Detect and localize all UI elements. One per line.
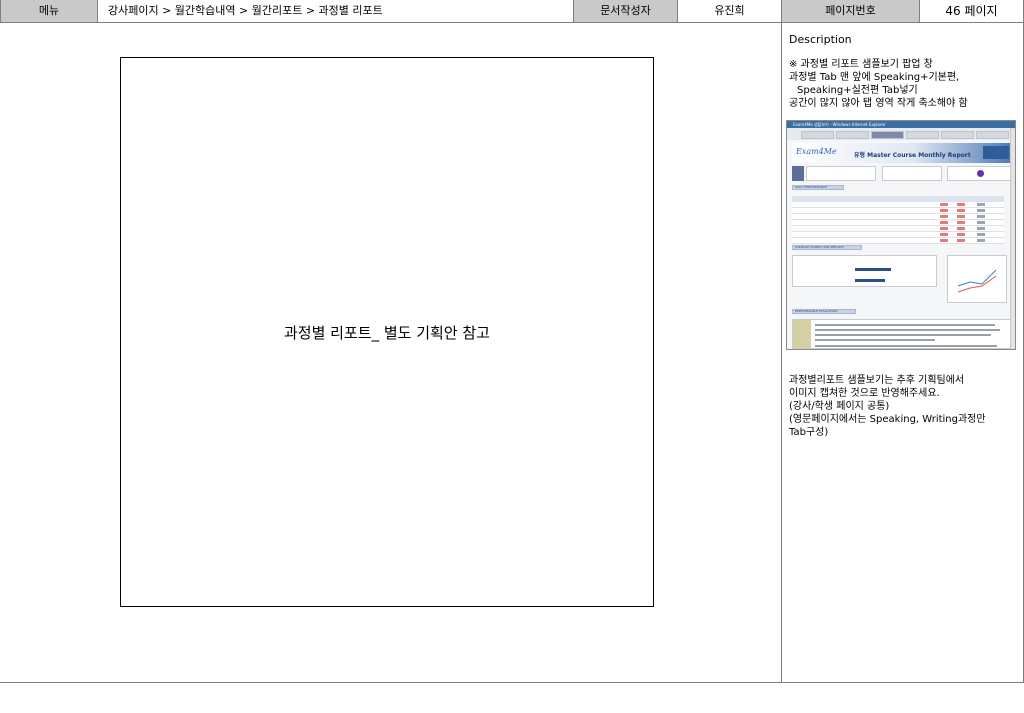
thumbnail-section-perf: PERFORMANCE EVALUATION — [792, 309, 856, 314]
thumbnail-tab — [941, 131, 974, 139]
description-notes-bottom: 과정별리포트 샘플보기는 추후 기획팀에서 이미지 캡쳐한 것으로 반영해주세요… — [789, 374, 1021, 439]
main-content-placeholder: 과정별 리포트_ 별도 기획안 참고 — [120, 57, 654, 607]
thumbnail-info-block — [882, 166, 942, 181]
thumbnail-tabs — [787, 128, 1015, 140]
note-line: (강사/학생 페이지 공통) — [789, 401, 890, 412]
thumbnail-tab — [836, 131, 869, 139]
thumbnail-report-title: 유형 Master Course Monthly Report — [854, 152, 971, 159]
note-line: 이미지 캡쳐한 것으로 반영해주세요. — [789, 388, 940, 399]
thumbnail-tab — [976, 131, 1009, 139]
breadcrumb: 강사페이지 > 월간학습내역 > 월간리포트 > 과정별 리포트 — [98, 0, 574, 22]
author-name: 유진희 — [678, 0, 782, 22]
report-sample-thumbnail: Exam4Me 샘플보기 - Windows Internet Explorer… — [786, 120, 1016, 350]
thumbnail-pie-icon — [977, 170, 984, 177]
description-panel: Description ※ 과정별 리포트 샘플보기 팝업 창 과정별 Tab … — [781, 23, 1024, 683]
note-line: ※ 과정별 리포트 샘플보기 팝업 창 — [789, 59, 933, 70]
note-line: 과정별 Tab 맨 앞에 Speaking+기본편, — [789, 72, 960, 83]
thumbnail-perf-box — [792, 319, 1012, 349]
note-line: 과정별리포트 샘플보기는 추후 기획팀에서 — [789, 375, 965, 386]
thumbnail-banner: Exam4Me 유형 Master Course Monthly Report — [792, 143, 1012, 163]
thumbnail-line-chart — [947, 255, 1007, 303]
note-line: 공간이 많지 않아 탭 영역 작게 축소해야 함 — [789, 98, 968, 109]
thumbnail-daily-table — [792, 196, 1004, 244]
note-line: Tab구성) — [789, 427, 829, 438]
thumbnail-tab — [801, 131, 834, 139]
note-line: Speaking+실전편 Tab넣기 — [797, 85, 918, 96]
thumbnail-date-box — [983, 146, 1009, 159]
thumbnail-table-row — [792, 238, 1004, 244]
thumbnail-scrollbar — [1010, 128, 1015, 349]
thumbnail-tab-active — [871, 131, 904, 139]
menu-label: 메뉴 — [0, 0, 98, 22]
thumbnail-info-block — [806, 166, 876, 181]
page-number-label: 페이지번호 — [782, 0, 920, 22]
description-title: Description — [789, 33, 852, 46]
document-header: 메뉴 강사페이지 > 월간학습내역 > 월간리포트 > 과정별 리포트 문서작성… — [0, 0, 1024, 23]
thumbnail-window-title: Exam4Me 샘플보기 - Windows Internet Explorer — [787, 121, 1015, 128]
thumbnail-tab — [906, 131, 939, 139]
thumbnail-avg-table — [792, 255, 937, 287]
description-notes-top: ※ 과정별 리포트 샘플보기 팝업 창 과정별 Tab 맨 앞에 Speakin… — [789, 58, 1021, 110]
note-line: (영문페이지에서는 Speaking, Writing과정만 — [789, 414, 986, 425]
exam4me-logo: Exam4Me — [796, 147, 837, 156]
bottom-divider — [0, 682, 1024, 683]
thumbnail-chart-svg — [957, 269, 997, 293]
placeholder-text: 과정별 리포트_ 별도 기획안 참고 — [284, 323, 490, 342]
author-label: 문서작성자 — [574, 0, 678, 22]
page-number-value: 46 페이지 — [920, 0, 1024, 22]
thumbnail-section-avg: AVERAGE SCORES AND RESULTS — [792, 245, 862, 250]
thumbnail-section-daily: DAILY PERFORMANCE — [792, 185, 844, 190]
thumbnail-info-block — [792, 166, 804, 181]
thumbnail-info-row — [792, 166, 1012, 181]
